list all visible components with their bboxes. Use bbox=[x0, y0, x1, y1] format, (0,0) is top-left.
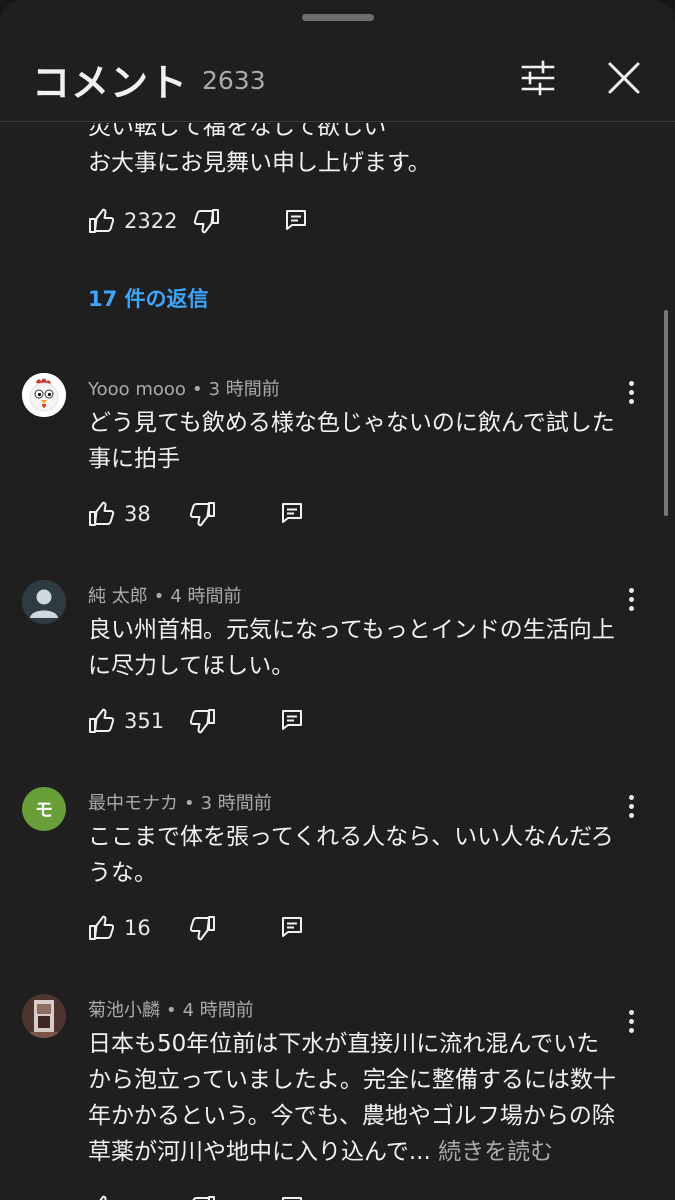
chicken-avatar-icon bbox=[22, 373, 66, 417]
author-name[interactable]: 最中モナカ bbox=[88, 793, 178, 814]
like-button[interactable]: 2322 bbox=[88, 207, 177, 235]
thumbs-up-icon bbox=[99, 1195, 107, 1200]
like-count: 16 bbox=[124, 916, 151, 940]
close-icon bbox=[608, 62, 640, 94]
comment-actions: 351 bbox=[88, 703, 318, 739]
thumbs-down-icon bbox=[189, 502, 215, 527]
like-button[interactable]: 16 bbox=[88, 914, 151, 942]
avatar[interactable]: モ bbox=[22, 787, 66, 831]
like-count: 38 bbox=[124, 502, 151, 526]
like-count: 351 bbox=[124, 709, 165, 733]
comment-item: 純 太郎 • 4 時間前 良い州首相。元気になってもっとインドの生活向上に尽力してほ… bbox=[0, 580, 675, 750]
separator: • bbox=[191, 379, 203, 400]
comment-text: ここまで体を張ってくれる人なら、いい人なんだろうな。 bbox=[88, 824, 614, 886]
author-name[interactable]: Yooo mooo bbox=[88, 379, 186, 400]
thumbs-down-icon bbox=[193, 209, 219, 234]
like-button[interactable]: 38 bbox=[88, 500, 151, 528]
separator: • bbox=[166, 1000, 177, 1021]
reply-button[interactable] bbox=[280, 1195, 304, 1200]
timestamp: 4 時間前 bbox=[170, 586, 242, 607]
thumbs-down-icon bbox=[192, 1196, 215, 1200]
sliders-icon bbox=[521, 60, 555, 96]
comment-actions: 2322 bbox=[88, 203, 318, 239]
timestamp: 3 時間前 bbox=[208, 379, 280, 400]
author-name[interactable]: 純 太郎 bbox=[88, 586, 148, 607]
default-user-icon bbox=[22, 580, 66, 624]
thumbs-up-icon bbox=[89, 501, 115, 526]
filter-button[interactable] bbox=[516, 56, 560, 100]
page-title: コメント bbox=[32, 61, 189, 105]
thumbs-down-icon bbox=[189, 916, 215, 941]
dislike-button[interactable] bbox=[188, 500, 216, 532]
comment-meta: 菊池小麟 • 4 時間前 bbox=[88, 996, 254, 1022]
comment-icon bbox=[282, 1197, 302, 1200]
comment-icon bbox=[282, 503, 302, 523]
photo-avatar-icon bbox=[22, 994, 66, 1038]
timestamp: 4 時間前 bbox=[182, 1000, 254, 1021]
close-button[interactable] bbox=[602, 56, 646, 100]
comment-count: 2633 bbox=[202, 66, 266, 95]
thumbs-down-icon bbox=[189, 709, 215, 734]
comment-text: 災い転じて福をなして欲しい お大事にお見舞い申し上げます。 bbox=[88, 123, 431, 176]
separator: • bbox=[184, 793, 195, 814]
thumbs-up-icon bbox=[89, 708, 115, 733]
avatar[interactable] bbox=[22, 994, 66, 1038]
more-options-button[interactable] bbox=[618, 1006, 644, 1036]
comment-text: 日本も50年位前は下水が直接川に流れ混んでいたから泡立っていましたよ。完全に整備… bbox=[88, 1031, 616, 1165]
comment-meta: 最中モナカ • 3 時間前 bbox=[88, 789, 272, 815]
drag-handle[interactable] bbox=[302, 14, 374, 21]
comment-actions: 38 bbox=[88, 496, 318, 532]
avatar-letter: モ bbox=[35, 800, 53, 821]
thumbs-up-icon bbox=[89, 915, 115, 940]
avatar[interactable] bbox=[22, 373, 66, 417]
timestamp: 3 時間前 bbox=[200, 793, 272, 814]
dislike-button[interactable] bbox=[192, 207, 220, 239]
dislike-button[interactable] bbox=[188, 707, 216, 739]
avatar[interactable] bbox=[22, 580, 66, 624]
comments-sheet: コメント 2633 災い転じて福をなして欲しい お大事にお見舞い申し上げます。 … bbox=[0, 0, 675, 1200]
comment-icon bbox=[282, 710, 302, 730]
view-replies-link[interactable]: 17 件の返信 bbox=[88, 283, 209, 313]
reply-button[interactable] bbox=[284, 208, 308, 236]
thumbs-up-icon bbox=[89, 208, 115, 233]
comment-text: どう見ても飲める様な色じゃないのに飲んで試した事に拍手 bbox=[88, 410, 615, 472]
separator: • bbox=[153, 586, 165, 607]
dislike-button[interactable] bbox=[188, 1194, 216, 1200]
comment-icon bbox=[282, 917, 302, 937]
dislike-button[interactable] bbox=[188, 914, 216, 946]
comment-actions: 16 bbox=[88, 910, 318, 946]
reply-button[interactable] bbox=[280, 915, 304, 943]
comment-text: 良い州首相。元気になってもっとインドの生活向上に尽力してほしい。 bbox=[88, 617, 615, 679]
comment-actions bbox=[88, 1190, 318, 1200]
comment-icon bbox=[286, 210, 306, 230]
comment-meta: 純 太郎 • 4 時間前 bbox=[88, 582, 242, 608]
reply-button[interactable] bbox=[280, 501, 304, 529]
comment-item: モ 最中モナカ • 3 時間前 ここまで体を張ってくれる人なら、いい人なんだろうな。… bbox=[0, 787, 675, 957]
more-options-button[interactable] bbox=[618, 377, 644, 407]
comment-meta: Yooo mooo • 3 時間前 bbox=[88, 375, 280, 401]
like-count: 2322 bbox=[124, 209, 178, 233]
comment-item: 菊池小麟 • 4 時間前 日本も50年位前は下水が直接川に流れ混んでいたから泡立って… bbox=[0, 994, 675, 1200]
comment-item: Yooo mooo • 3 時間前 どう見ても飲める様な色じゃないのに飲んで試した事… bbox=[0, 373, 675, 543]
comments-header: コメント 2633 bbox=[0, 0, 675, 122]
like-button[interactable]: 351 bbox=[88, 707, 164, 735]
more-options-button[interactable] bbox=[618, 584, 644, 614]
scrollbar[interactable] bbox=[664, 310, 668, 516]
more-options-button[interactable] bbox=[618, 791, 644, 821]
read-more-link[interactable]: 続きを読む bbox=[438, 1139, 553, 1165]
comments-list[interactable]: 災い転じて福をなして欲しい お大事にお見舞い申し上げます。 2322 17 件の… bbox=[0, 123, 675, 1200]
author-name[interactable]: 菊池小麟 bbox=[88, 1000, 160, 1021]
like-button[interactable] bbox=[88, 1194, 124, 1200]
reply-button[interactable] bbox=[280, 708, 304, 736]
